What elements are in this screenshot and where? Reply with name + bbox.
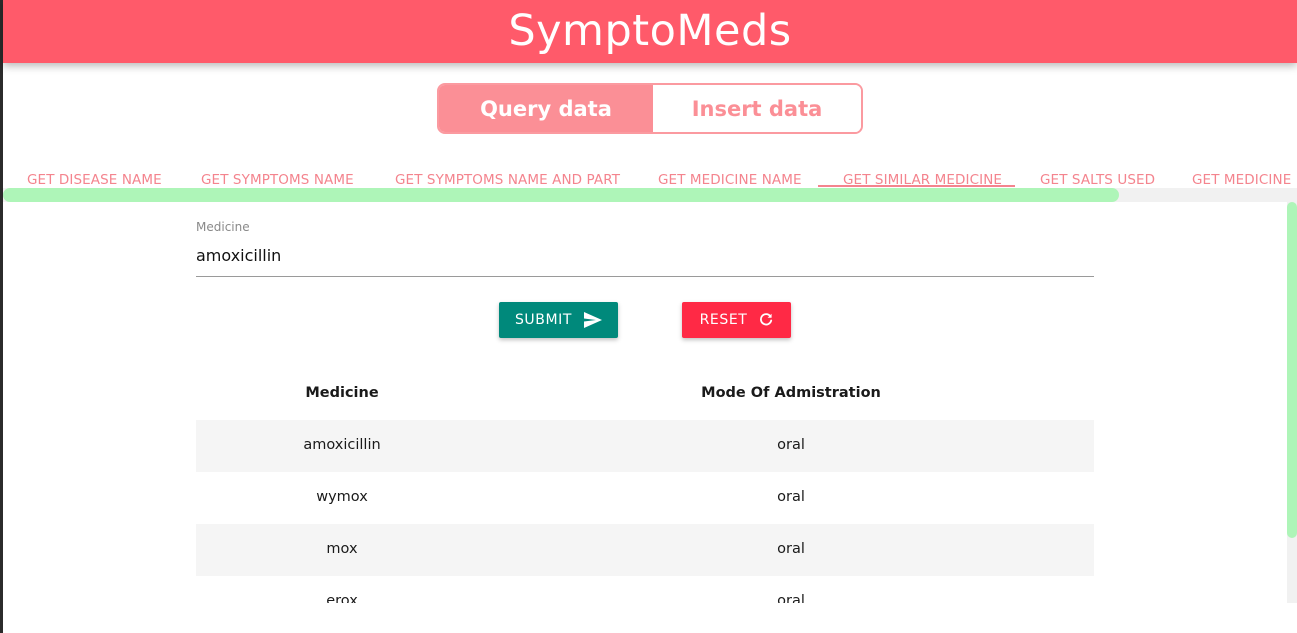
tab-get-salts-used[interactable]: GET SALTS USED bbox=[1040, 172, 1155, 188]
submit-button-label: SUBMIT bbox=[514, 312, 573, 328]
submit-button[interactable]: SUBMIT bbox=[499, 302, 618, 338]
content-scrollbar-thumb[interactable] bbox=[1287, 202, 1297, 538]
send-icon bbox=[584, 312, 603, 328]
medicine-field-label: Medicine bbox=[196, 220, 250, 234]
table-row: amoxicillin oral bbox=[196, 420, 1094, 472]
tabs-scrollbar-thumb[interactable] bbox=[3, 188, 1119, 202]
cell-medicine: amoxicillin bbox=[303, 437, 381, 453]
cell-mode: oral bbox=[777, 541, 805, 557]
table-row: erox oral bbox=[196, 576, 1094, 603]
app-header: SymptoMeds bbox=[3, 0, 1297, 63]
results-table: Medicine Mode Of Admistration amoxicilli… bbox=[196, 368, 1094, 603]
table-row: wymox oral bbox=[196, 472, 1094, 524]
tab-get-symptoms-name[interactable]: GET SYMPTOMS NAME bbox=[201, 172, 354, 188]
tab-get-symptoms-name-and-part[interactable]: GET SYMPTOMS NAME AND PART bbox=[395, 172, 620, 188]
mode-toggle: Query data Insert data bbox=[437, 83, 863, 134]
column-header-mode: Mode Of Admistration bbox=[701, 385, 881, 401]
window-edge bbox=[0, 0, 3, 633]
cell-medicine: erox bbox=[326, 593, 358, 603]
active-tab-indicator bbox=[818, 185, 1015, 187]
insert-data-button[interactable]: Insert data bbox=[653, 85, 861, 132]
reset-button-label: RESET bbox=[699, 312, 748, 328]
app-title: SymptoMeds bbox=[508, 5, 792, 56]
tab-get-medicine-name-2[interactable]: GET MEDICINE NAME bbox=[1192, 172, 1297, 188]
column-header-medicine: Medicine bbox=[305, 385, 379, 401]
cell-mode: oral bbox=[777, 437, 805, 453]
refresh-icon bbox=[759, 313, 773, 327]
query-data-button[interactable]: Query data bbox=[439, 85, 653, 132]
table-row: mox oral bbox=[196, 524, 1094, 576]
reset-button[interactable]: RESET bbox=[682, 302, 791, 338]
cell-mode: oral bbox=[777, 489, 805, 505]
tab-get-medicine-name[interactable]: GET MEDICINE NAME bbox=[658, 172, 802, 188]
query-tabs: GET DISEASE NAME GET SYMPTOMS NAME GET S… bbox=[3, 164, 1297, 202]
page-bottom bbox=[3, 603, 1297, 633]
table-header-row: Medicine Mode Of Admistration bbox=[196, 368, 1094, 420]
tab-get-disease-name[interactable]: GET DISEASE NAME bbox=[27, 172, 162, 188]
cell-mode: oral bbox=[777, 593, 805, 603]
cell-medicine: mox bbox=[326, 541, 358, 557]
cell-medicine: wymox bbox=[316, 489, 368, 505]
medicine-input[interactable] bbox=[196, 244, 1094, 277]
